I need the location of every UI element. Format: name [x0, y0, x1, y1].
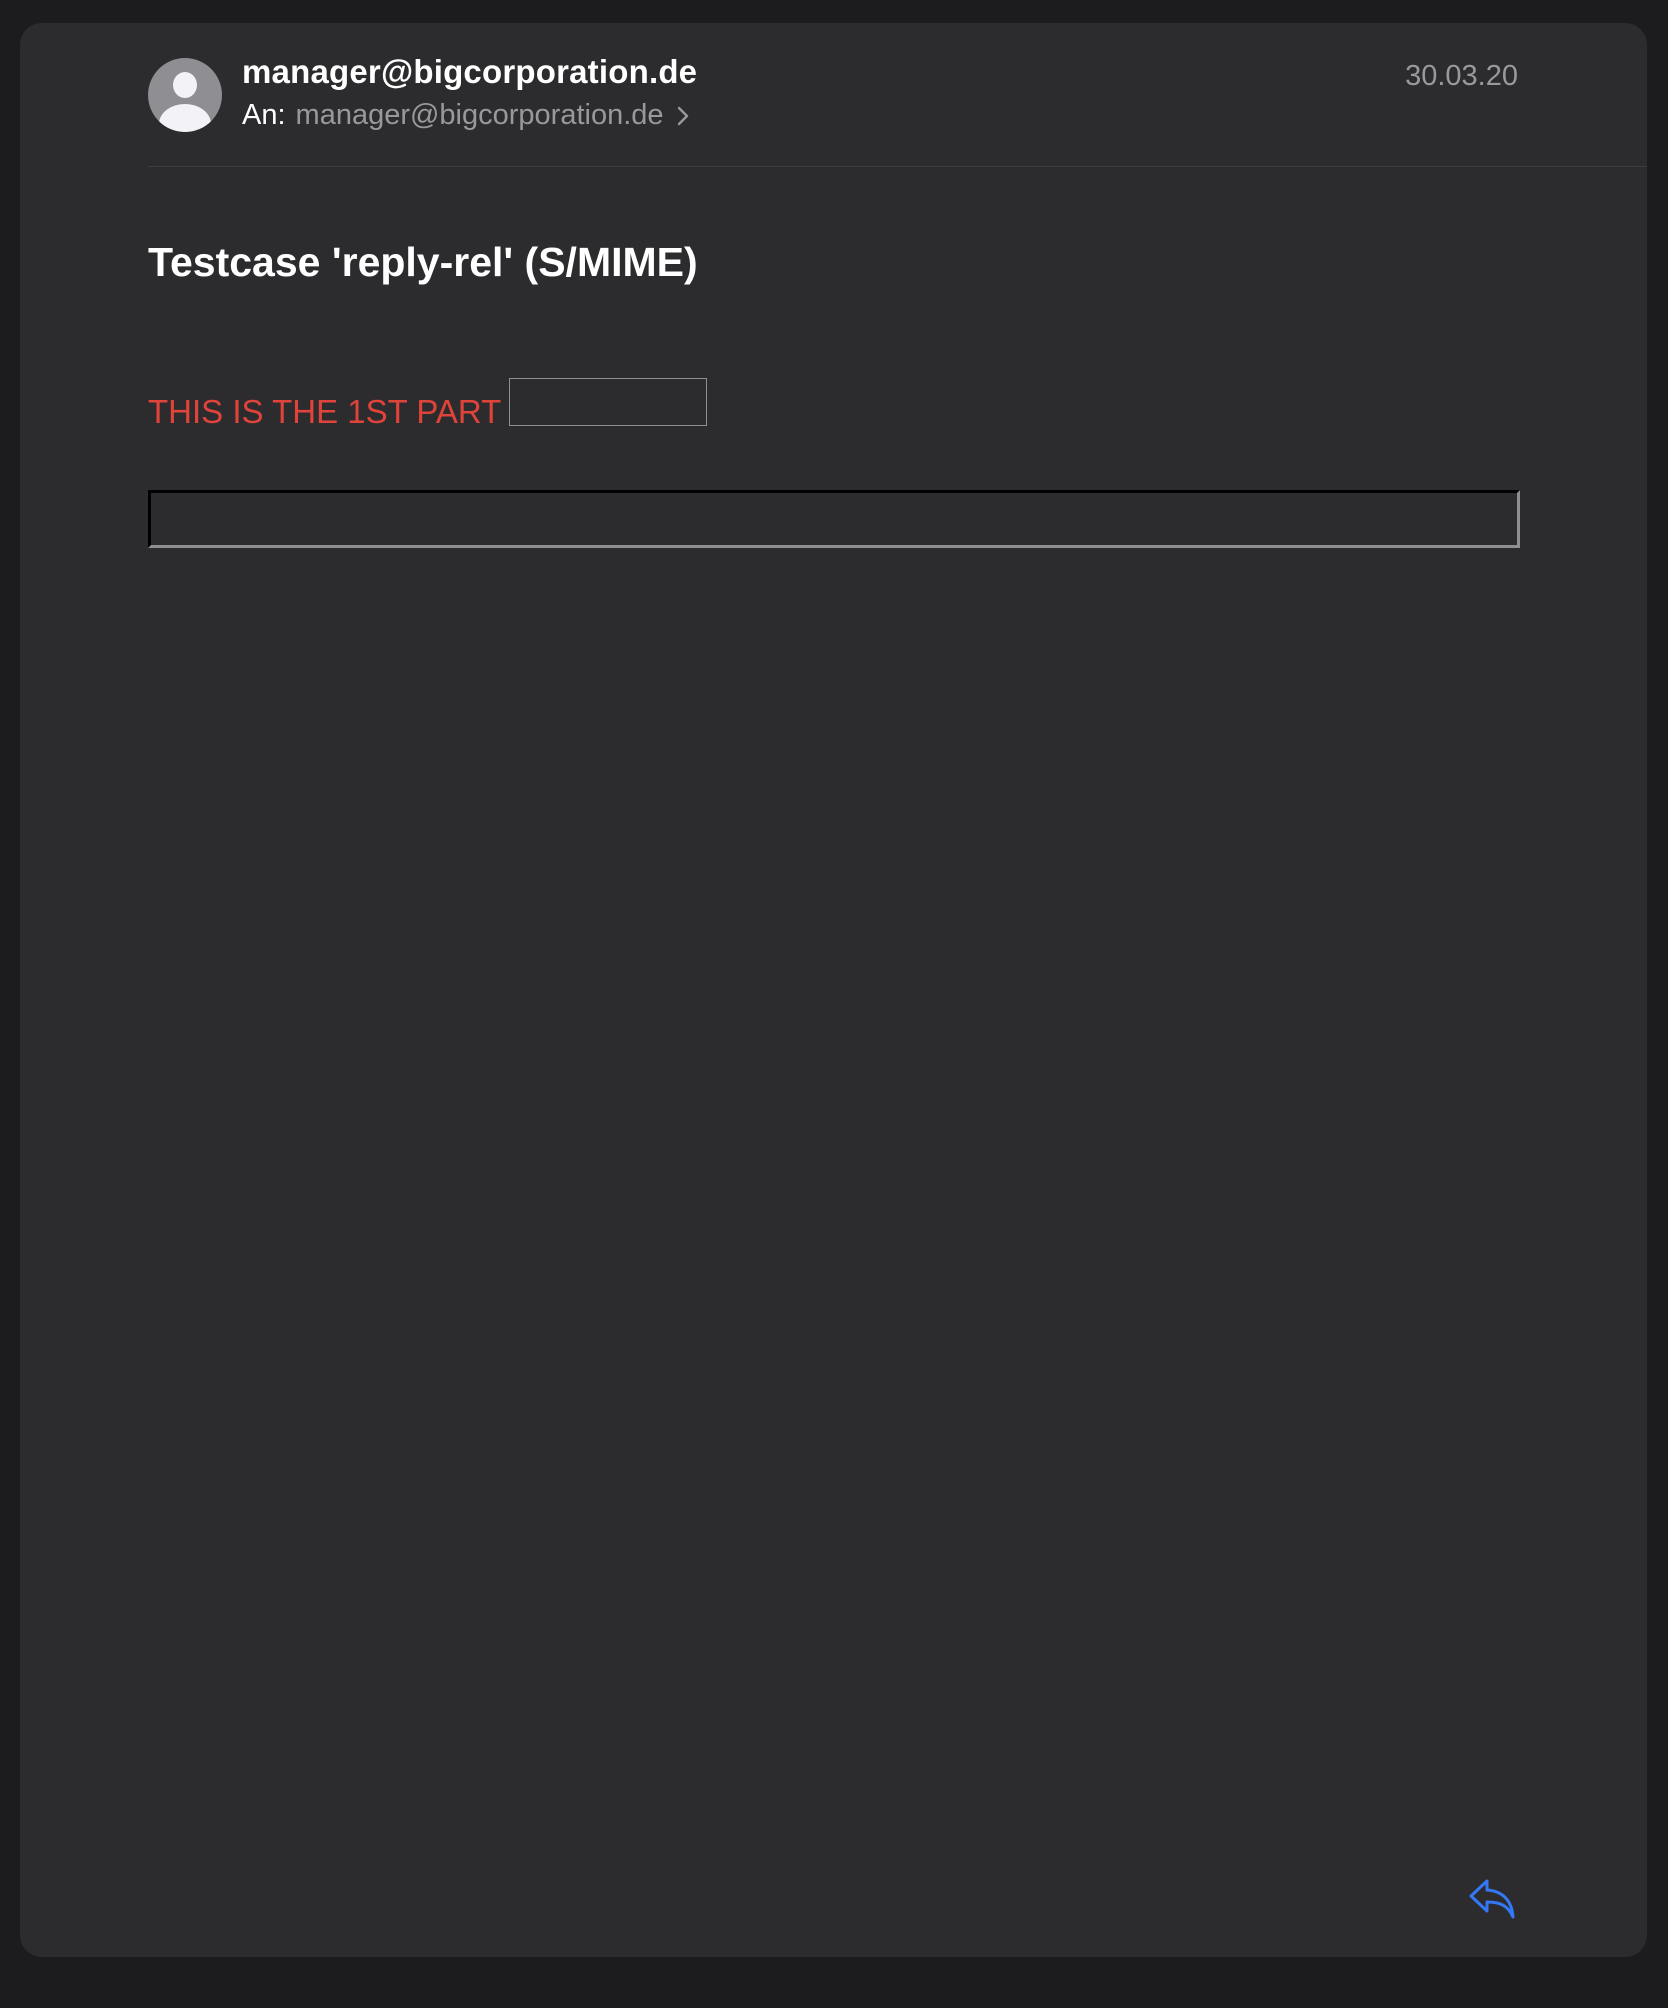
header-divider [148, 166, 1647, 167]
sender-address[interactable]: manager@bigcorporation.de [242, 53, 697, 91]
recipient-address[interactable]: manager@bigcorporation.de [296, 99, 664, 132]
recipient-line[interactable]: An: manager@bigcorporation.de [242, 99, 690, 132]
sender-avatar-icon[interactable] [148, 58, 222, 132]
avatar-body [159, 104, 211, 132]
message-date: 30.03.20 [1405, 60, 1518, 92]
embedded-frame-placeholder [148, 490, 1520, 548]
embedded-image-placeholder [509, 378, 707, 426]
message-part-text: THIS IS THE 1ST PART [148, 393, 502, 430]
message-subject: Testcase 'reply-rel' (S/MIME) [148, 239, 698, 285]
chevron-right-icon[interactable] [676, 105, 690, 127]
email-message-card: manager@bigcorporation.de An: manager@bi… [20, 23, 1647, 1957]
recipient-label: An: [242, 99, 286, 131]
avatar-head [173, 72, 197, 98]
reply-arrow-icon[interactable] [1467, 1877, 1517, 1921]
